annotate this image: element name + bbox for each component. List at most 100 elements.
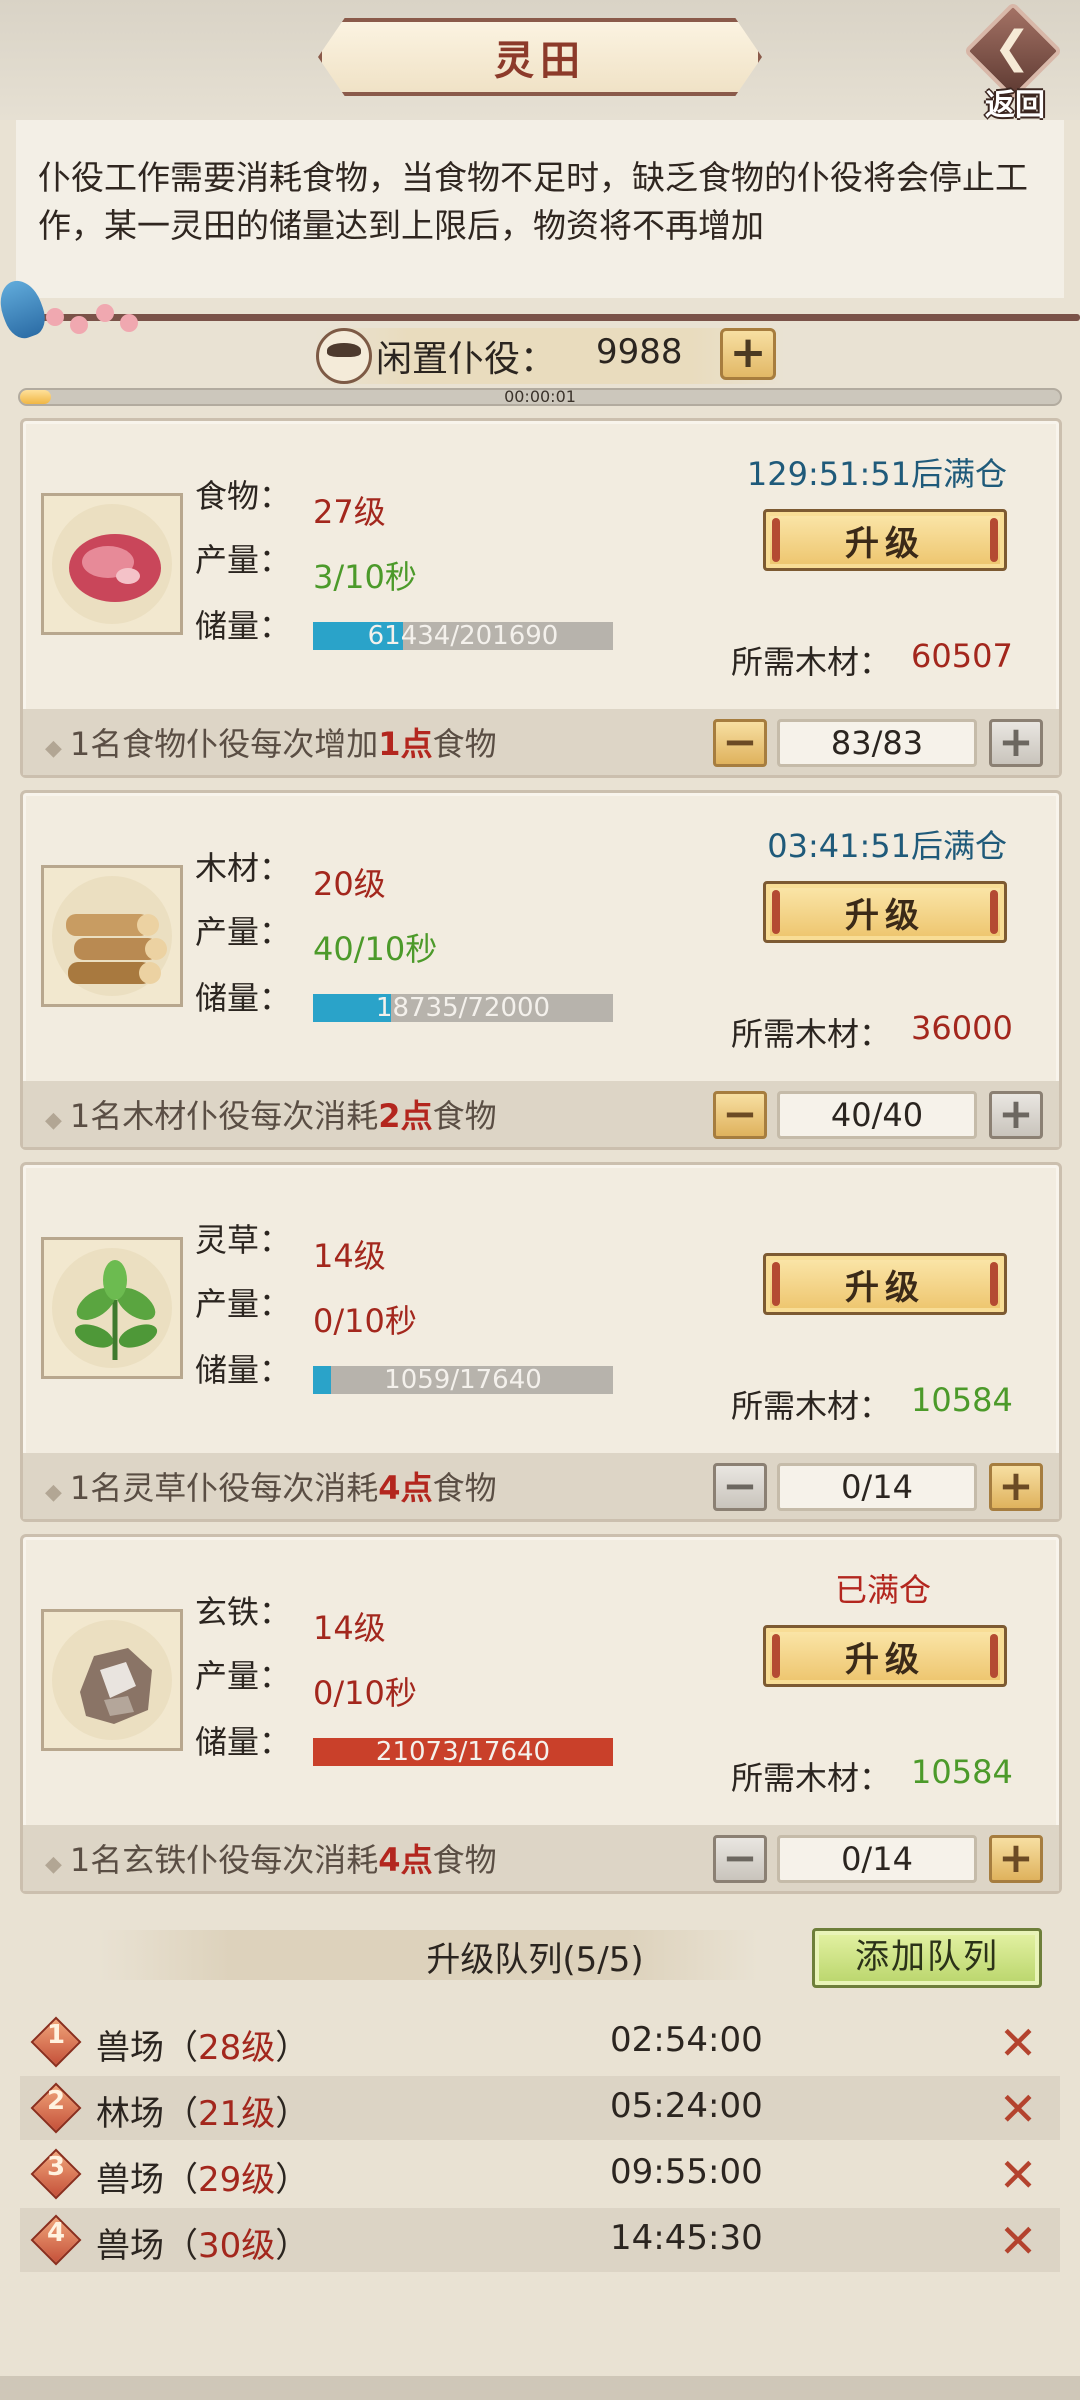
cost-value: 36000 [911, 1009, 1013, 1047]
upgrade-button[interactable]: 升级 [763, 881, 1007, 943]
upgrade-button[interactable]: 升级 [763, 1253, 1007, 1315]
field-level: 14级 [313, 1237, 386, 1275]
storage-value: 1059/17640 [384, 1366, 542, 1394]
rate-label: 产量： [195, 541, 292, 579]
worker-row: ◆ 1名食物仆役每次增加1点食物 − 83/83 + [23, 709, 1059, 775]
cost-label: 所需木材： [731, 1387, 892, 1425]
remove-worker-button[interactable]: − [713, 1835, 767, 1883]
rate-label: 产量： [195, 913, 292, 951]
storage-bar: 61434/201690 [313, 622, 613, 650]
cost-value: 10584 [911, 1381, 1013, 1419]
add-worker-button[interactable]: + [989, 1835, 1043, 1883]
add-worker-button[interactable]: + [989, 1091, 1043, 1139]
add-servant-button[interactable]: + [720, 328, 776, 380]
diamond-bullet-icon: ◆ [45, 736, 62, 761]
remove-worker-button[interactable]: − [713, 1091, 767, 1139]
field-level: 20级 [313, 865, 386, 903]
full-timer: 03:41:51后满仓 [767, 827, 1007, 865]
cancel-queue-button[interactable]: ✕ [992, 2150, 1044, 2200]
rate-label: 产量： [195, 1657, 292, 1695]
field-name: 木材： [195, 849, 292, 887]
add-worker-button[interactable]: + [989, 719, 1043, 767]
storage-value: 61434/201690 [367, 622, 559, 650]
idle-servants-count: 9988 [596, 332, 683, 372]
queue-building: 兽场（29级） [96, 2160, 310, 2200]
add-worker-button[interactable]: + [989, 1463, 1043, 1511]
storage-label: 储量： [195, 1351, 292, 1389]
add-queue-button[interactable]: 添加队列 [812, 1928, 1042, 1988]
page-title: 灵田 [494, 38, 586, 84]
queue-row: 3 兽场（29级） 09:55:00 ✕ [20, 2142, 1060, 2206]
queue-title: 升级队列(5/5) [426, 1940, 644, 1980]
field-name: 玄铁： [195, 1593, 292, 1631]
cost-label: 所需木材： [731, 643, 892, 681]
remove-worker-button[interactable]: − [713, 719, 767, 767]
queue-time: 02:54:00 [610, 2020, 763, 2060]
queue-number: 3 [46, 2152, 66, 2182]
field-level: 14级 [313, 1609, 386, 1647]
field-card: 玄铁： 14级 产量： 0/10秒 储量： 21073/17640 已满仓 升级… [20, 1534, 1062, 1894]
cost-value: 60507 [911, 637, 1013, 675]
storage-value: 21073/17640 [375, 1738, 551, 1766]
queue-number: 1 [46, 2020, 66, 2050]
storage-bar: 1059/17640 [313, 1366, 613, 1394]
upgrade-button[interactable]: 升级 [763, 509, 1007, 571]
wood-logs-icon [41, 865, 183, 1007]
info-text: 仆役工作需要消耗食物，当食物不足时，缺乏食物的仆役将会停止工作，某一灵田的储量达… [38, 158, 1028, 245]
queue-time: 05:24:00 [610, 2086, 763, 2126]
cancel-queue-button[interactable]: ✕ [992, 2018, 1044, 2068]
title-plaque: 灵田 [318, 18, 762, 96]
storage-bar: 21073/17640 [313, 1738, 613, 1766]
upgrade-button[interactable]: 升级 [763, 1625, 1007, 1687]
queue-building: 兽场（28级） [96, 2028, 310, 2068]
storage-label: 储量： [195, 1723, 292, 1761]
back-button[interactable]: ❮ 返回 [960, 1, 1066, 123]
field-rate: 3/10秒 [313, 558, 417, 596]
worker-row: ◆ 1名木材仆役每次消耗2点食物 − 40/40 + [23, 1081, 1059, 1147]
storage-value: 18735/72000 [375, 994, 551, 1022]
worker-description: ◆ 1名木材仆役每次消耗2点食物 [45, 1097, 497, 1135]
field-level: 27级 [313, 493, 386, 531]
cancel-queue-button[interactable]: ✕ [992, 2084, 1044, 2134]
queue-time: 14:45:30 [610, 2218, 763, 2258]
idle-servants-label: 闲置仆役： [376, 339, 557, 380]
queue-row: 2 林场（21级） 05:24:00 ✕ [20, 2076, 1060, 2140]
worker-row: ◆ 1名灵草仆役每次消耗4点食物 − 0/14 + [23, 1453, 1059, 1519]
queue-row: 1 兽场（28级） 02:54:00 ✕ [20, 2010, 1060, 2074]
worker-description: ◆ 1名食物仆役每次增加1点食物 [45, 725, 497, 763]
field-rate: 40/10秒 [313, 930, 438, 968]
worker-row: ◆ 1名玄铁仆役每次消耗4点食物 − 0/14 + [23, 1825, 1059, 1891]
rate-label: 产量： [195, 1285, 292, 1323]
header-bar: 灵田 ❮ 返回 [0, 0, 1080, 123]
diamond-bullet-icon: ◆ [45, 1852, 62, 1877]
worker-count: 40/40 [777, 1091, 977, 1139]
field-name: 灵草： [195, 1221, 292, 1259]
divider-branch [40, 314, 1080, 321]
footer-border [0, 2376, 1080, 2400]
queue-number: 4 [46, 2218, 66, 2248]
back-label: 返回 [985, 88, 1045, 123]
idle-timer: 00:00:01 [504, 387, 576, 406]
diamond-bullet-icon: ◆ [45, 1108, 62, 1133]
diamond-bullet-icon: ◆ [45, 1480, 62, 1505]
remove-worker-button[interactable]: − [713, 1463, 767, 1511]
field-name: 食物： [195, 477, 292, 515]
field-rate: 0/10秒 [313, 1302, 417, 1340]
field-rate: 0/10秒 [313, 1674, 417, 1712]
cost-label: 所需木材： [731, 1759, 892, 1797]
storage-label: 储量： [195, 607, 292, 645]
cost-value: 10584 [911, 1753, 1013, 1791]
worker-count: 0/14 [777, 1463, 977, 1511]
back-arrow-icon: ❮ [993, 22, 1031, 73]
field-card: 灵草： 14级 产量： 0/10秒 储量： 1059/17640 升级 所需木材… [20, 1162, 1062, 1522]
info-panel: 仆役工作需要消耗食物，当食物不足时，缺乏食物的仆役将会停止工作，某一灵田的储量达… [16, 120, 1064, 298]
storage-label: 储量： [195, 979, 292, 1017]
cancel-queue-button[interactable]: ✕ [992, 2216, 1044, 2266]
storage-bar: 18735/72000 [313, 994, 613, 1022]
servant-avatar-icon [316, 328, 372, 384]
worker-description: ◆ 1名灵草仆役每次消耗4点食物 [45, 1469, 497, 1507]
field-card: 木材： 20级 产量： 40/10秒 储量： 18735/72000 03:41… [20, 790, 1062, 1150]
full-timer: 已满仓 [834, 1571, 931, 1609]
queue-row: 4 兽场（30级） 14:45:30 ✕ [20, 2208, 1060, 2272]
iron-ore-icon [41, 1609, 183, 1751]
